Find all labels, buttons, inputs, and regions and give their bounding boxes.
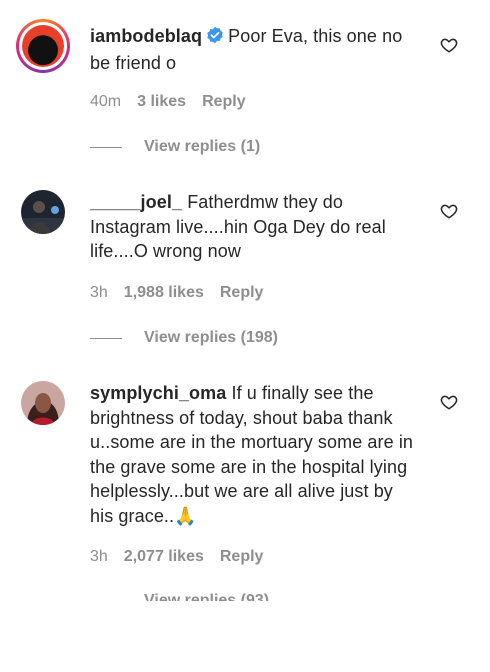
reply-button[interactable]: Reply — [202, 93, 246, 111]
comment-likes[interactable]: 2,077 likes — [124, 548, 204, 566]
comment-likes[interactable]: 3 likes — [137, 93, 186, 111]
comment-username[interactable]: _____joel_ — [90, 192, 182, 212]
reply-button[interactable]: Reply — [220, 548, 264, 566]
comment-time: 3h — [90, 284, 108, 301]
comment-meta: 40m 3 likes Reply — [90, 93, 246, 111]
comment-username[interactable]: iambodeblaq — [90, 26, 202, 46]
comment-time: 3h — [90, 548, 108, 565]
divider-line — [90, 337, 122, 339]
reply-button[interactable]: Reply — [220, 284, 264, 302]
comment-meta: 3h 1,988 likes Reply — [90, 284, 263, 302]
comment-text: If u finally see the brightness of today… — [90, 383, 414, 526]
avatar[interactable] — [21, 381, 65, 425]
verified-badge-icon — [206, 26, 224, 51]
view-replies-button[interactable]: View replies (198) — [90, 329, 278, 347]
avatar[interactable] — [16, 19, 70, 73]
comment-username[interactable]: symplychi_oma — [90, 383, 226, 403]
scroll-cutoff — [0, 601, 490, 672]
heart-outline-icon[interactable] — [440, 202, 458, 220]
divider-line — [90, 146, 122, 148]
comment-time: 40m — [90, 93, 122, 110]
comment-meta: 3h 2,077 likes Reply — [90, 548, 263, 566]
comment-likes[interactable]: 1,988 likes — [124, 284, 204, 302]
heart-outline-icon[interactable] — [440, 36, 458, 54]
view-replies-button[interactable]: View replies (1) — [90, 138, 260, 156]
avatar[interactable] — [21, 190, 65, 234]
heart-outline-icon[interactable] — [440, 393, 458, 411]
view-replies-label: View replies (1) — [144, 138, 261, 155]
view-replies-label: View replies (198) — [144, 329, 278, 346]
